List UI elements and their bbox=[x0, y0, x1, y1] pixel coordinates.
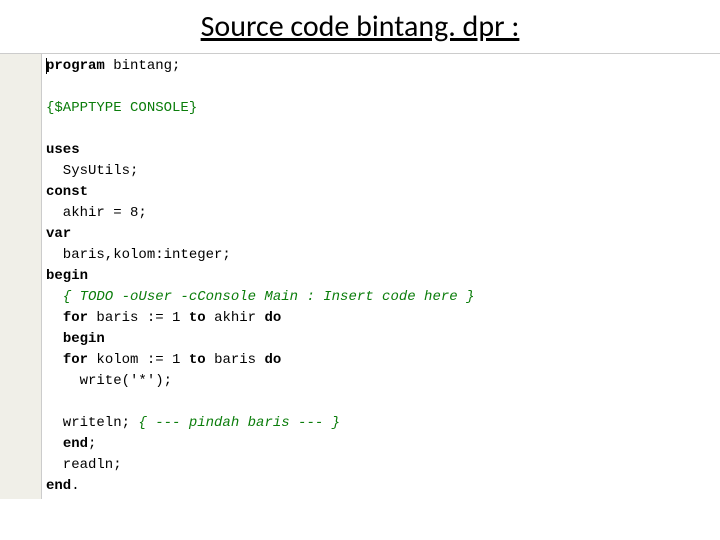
code-text: bintang; bbox=[105, 58, 181, 74]
code-text: akhir = 8; bbox=[46, 205, 147, 221]
code-text: readln; bbox=[46, 457, 122, 473]
keyword-do: do bbox=[264, 310, 281, 326]
keyword-do: do bbox=[264, 352, 281, 368]
source-code: program bintang; {$APPTYPE CONSOLE} uses… bbox=[42, 54, 478, 499]
keyword-to: to bbox=[189, 352, 206, 368]
code-text: . bbox=[71, 478, 79, 494]
code-text: akhir bbox=[206, 310, 265, 326]
code-text: write('*'); bbox=[46, 373, 172, 389]
code-text: kolom := 1 bbox=[88, 352, 189, 368]
keyword-for: for bbox=[63, 352, 88, 368]
keyword-begin: begin bbox=[63, 331, 105, 347]
code-text bbox=[46, 352, 63, 368]
code-text: writeln; bbox=[46, 415, 138, 431]
comment-todo: { TODO -oUser -cConsole Main : Insert co… bbox=[46, 289, 474, 305]
gutter bbox=[0, 54, 42, 499]
code-text: baris := 1 bbox=[88, 310, 189, 326]
slide: Source code bintang. dpr : program binta… bbox=[0, 0, 720, 540]
keyword-to: to bbox=[189, 310, 206, 326]
keyword-program: program bbox=[46, 58, 105, 74]
keyword-begin: begin bbox=[46, 268, 88, 284]
code-text: ; bbox=[88, 436, 96, 452]
keyword-uses: uses bbox=[46, 142, 80, 158]
keyword-end: end bbox=[63, 436, 88, 452]
code-text: baris,kolom:integer; bbox=[46, 247, 231, 263]
keyword-var: var bbox=[46, 226, 71, 242]
code-text bbox=[46, 331, 63, 347]
compiler-directive: {$APPTYPE CONSOLE} bbox=[46, 100, 197, 116]
code-text bbox=[46, 310, 63, 326]
code-text: baris bbox=[206, 352, 265, 368]
code-text bbox=[46, 436, 63, 452]
slide-title: Source code bintang. dpr : bbox=[0, 0, 720, 51]
code-text: SysUtils; bbox=[46, 163, 138, 179]
keyword-const: const bbox=[46, 184, 88, 200]
comment: { --- pindah baris --- } bbox=[138, 415, 340, 431]
code-editor: program bintang; {$APPTYPE CONSOLE} uses… bbox=[0, 54, 720, 499]
keyword-end: end bbox=[46, 478, 71, 494]
keyword-for: for bbox=[63, 310, 88, 326]
